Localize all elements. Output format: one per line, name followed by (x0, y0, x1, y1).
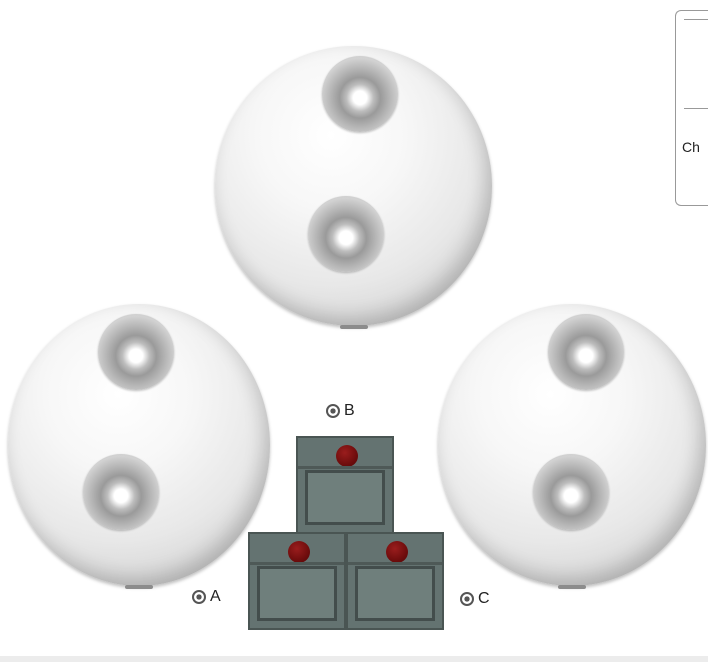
knob-icon[interactable] (336, 445, 358, 467)
shelf-compartment[interactable] (257, 566, 337, 621)
side-panel-divider (684, 108, 708, 109)
knob-icon[interactable] (386, 541, 408, 563)
shelf-label-c-text: C (478, 590, 490, 607)
ball-hole (83, 454, 159, 530)
ball-hole (533, 454, 609, 530)
floor-line (0, 656, 708, 662)
eye-icon[interactable] (460, 592, 474, 606)
ball-hole (548, 314, 624, 390)
ball-top[interactable] (215, 46, 492, 329)
eye-icon[interactable] (326, 404, 340, 418)
shelf-label-c: C (460, 590, 490, 608)
side-panel-divider (684, 19, 708, 20)
side-panel-text: Ch (682, 139, 700, 155)
ball-hole (322, 56, 398, 132)
ball-left[interactable] (8, 304, 270, 589)
shelf-b[interactable] (296, 436, 394, 534)
scene-stage: B A C Ch (0, 0, 708, 662)
shelf-label-a-text: A (210, 588, 221, 605)
shelf-divider (250, 562, 344, 565)
shelf-divider (298, 466, 392, 469)
side-panel[interactable]: Ch (675, 10, 708, 206)
shelf-label-b: B (326, 402, 355, 420)
ball-hole (98, 314, 174, 390)
ball-right[interactable] (438, 304, 706, 589)
shelf-compartment[interactable] (355, 566, 435, 621)
ball-hole (308, 196, 384, 272)
shelf-divider (348, 562, 442, 565)
eye-icon[interactable] (192, 590, 206, 604)
shelf-a[interactable] (248, 532, 346, 630)
shelf-c[interactable] (346, 532, 444, 630)
shelf-compartment[interactable] (305, 470, 385, 525)
shelf-label-a: A (192, 588, 221, 606)
knob-icon[interactable] (288, 541, 310, 563)
shelf-label-b-text: B (344, 402, 355, 419)
